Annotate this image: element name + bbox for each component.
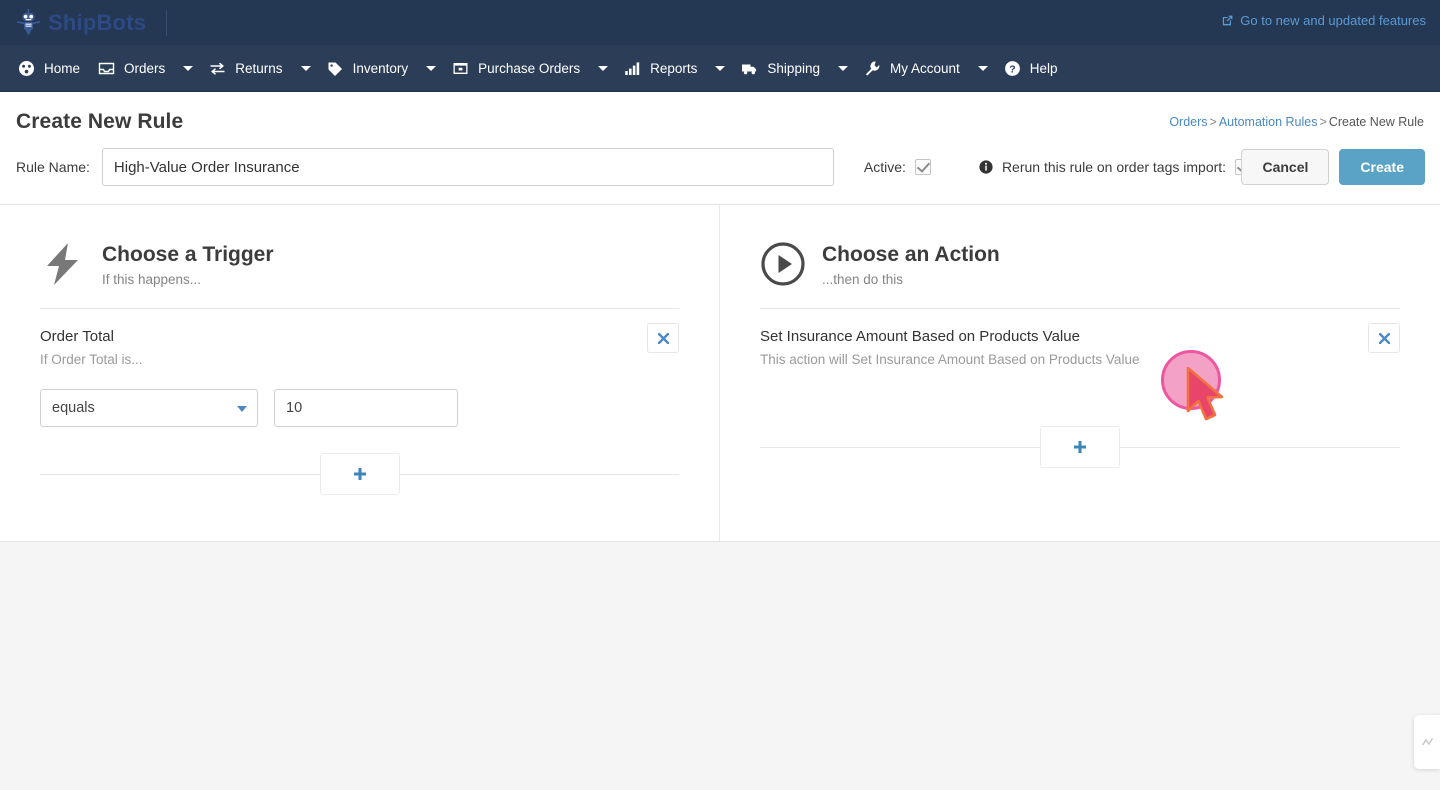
breadcrumb-orders[interactable]: Orders	[1169, 115, 1207, 129]
main-navigation: Home Orders Returns Inventory Purchase O…	[0, 45, 1440, 92]
action-header: Choose an Action ...then do this	[760, 241, 1400, 287]
nav-caret-purchase-orders[interactable]	[590, 45, 616, 92]
logo[interactable]: ShipBots	[0, 8, 147, 37]
breadcrumb-automation-rules[interactable]: Automation Rules	[1219, 115, 1318, 129]
active-toggle-group: Active:	[864, 159, 931, 175]
nav-label: Orders	[124, 60, 166, 76]
action-card-title: Set Insurance Amount Based on Products V…	[760, 328, 1080, 345]
trigger-card: Order Total If Order Total is... equals	[40, 309, 679, 495]
add-trigger-button[interactable]	[319, 453, 400, 495]
delete-trigger-button[interactable]	[647, 323, 679, 353]
nav-item-help[interactable]: ? Help	[996, 45, 1068, 92]
rule-builder: Choose a Trigger If this happens... Orde…	[0, 205, 1440, 542]
cancel-button[interactable]: Cancel	[1241, 149, 1330, 185]
active-label: Active:	[863, 159, 906, 175]
nav-item-inventory[interactable]: Inventory	[319, 45, 419, 92]
active-checkbox[interactable]	[914, 159, 931, 175]
nav-label: Shipping	[767, 60, 820, 76]
trigger-condition-row: equals	[40, 389, 679, 427]
nav-label: Home	[44, 60, 81, 76]
trigger-subtitle: If this happens...	[102, 272, 202, 287]
nav-label: Inventory	[352, 60, 409, 76]
action-card: Set Insurance Amount Based on Products V…	[760, 309, 1400, 468]
action-title: Choose an Action	[822, 243, 1000, 266]
logo-text: ShipBots	[48, 9, 147, 35]
lightning-bolt-icon	[40, 241, 86, 287]
add-action-button[interactable]	[1040, 426, 1120, 468]
nav-caret-reports[interactable]	[707, 45, 733, 92]
trigger-column: Choose a Trigger If this happens... Orde…	[0, 205, 720, 541]
page-header: Create New Rule Orders > Automation Rules >…	[0, 92, 1440, 134]
create-button[interactable]: Create	[1339, 149, 1425, 185]
inbox-icon	[98, 60, 115, 77]
info-icon[interactable]	[979, 160, 993, 174]
action-subtitle: ...then do this	[822, 272, 904, 287]
delete-action-button[interactable]	[1368, 323, 1400, 353]
play-circle-icon	[760, 241, 806, 287]
nav-label: My Account	[889, 60, 960, 76]
bar-chart-icon	[624, 60, 641, 77]
nav-item-purchase-orders[interactable]: Purchase Orders	[444, 45, 590, 92]
trigger-title: Choose a Trigger	[102, 243, 274, 266]
wrench-icon	[864, 60, 881, 77]
dashboard-icon	[18, 60, 35, 77]
tag-icon	[327, 60, 344, 77]
new-features-label: Go to new and updated features	[1240, 13, 1426, 28]
rule-name-label: Rule Name:	[16, 159, 90, 175]
breadcrumb-separator: >	[1319, 115, 1327, 129]
nav-caret-shipping[interactable]	[830, 45, 856, 92]
nav-caret-orders[interactable]	[175, 45, 201, 92]
trigger-value-input[interactable]	[274, 389, 458, 427]
nav-item-home[interactable]: Home	[10, 45, 90, 92]
new-features-link[interactable]: Go to new and updated features	[1221, 13, 1426, 28]
nav-label: Purchase Orders	[478, 60, 581, 76]
rule-name-input[interactable]	[101, 148, 834, 186]
nav-item-orders[interactable]: Orders	[90, 45, 175, 92]
rule-toolbar: Rule Name: Active: Rerun this rule on or…	[0, 134, 1440, 205]
nav-caret-returns[interactable]	[293, 45, 319, 92]
nav-item-returns[interactable]: Returns	[201, 45, 292, 92]
nav-item-reports[interactable]: Reports	[616, 45, 707, 92]
brand-bar: ShipBots Go to new and updated features	[0, 0, 1440, 45]
breadcrumb: Orders > Automation Rules > Create New Rule	[1169, 115, 1424, 129]
rerun-label: Rerun this rule on order tags import:	[1001, 159, 1227, 175]
external-link-icon	[1221, 14, 1234, 27]
nav-caret-my-account[interactable]	[970, 45, 996, 92]
trigger-card-title: Order Total	[40, 328, 114, 345]
robot-logo-icon	[16, 8, 42, 37]
nav-item-shipping[interactable]: Shipping	[733, 45, 830, 92]
add-action-row	[760, 426, 1400, 468]
action-card-description: This action will Set Insurance Amount Ba…	[760, 352, 1140, 367]
nav-item-my-account[interactable]: My Account	[856, 45, 970, 92]
trigger-header: Choose a Trigger If this happens...	[40, 241, 679, 287]
support-widget-tab[interactable]	[1414, 715, 1440, 769]
rule-action-buttons: Cancel Create	[1241, 149, 1425, 185]
chevron-down-icon	[237, 406, 247, 412]
operator-select-wrapper: equals	[40, 389, 258, 427]
action-column: Choose an Action ...then do this Set Ins…	[720, 205, 1440, 541]
nav-label: Help	[1029, 60, 1058, 76]
rerun-toggle-group: Rerun this rule on order tags import:	[979, 159, 1252, 175]
nav-caret-inventory[interactable]	[418, 45, 444, 92]
nav-label: Reports	[650, 60, 698, 76]
nav-label: Returns	[235, 60, 283, 76]
operator-select[interactable]: equals	[40, 389, 258, 427]
chart-glyph-icon	[1421, 737, 1433, 745]
breadcrumb-current: Create New Rule	[1328, 115, 1424, 129]
add-trigger-row	[40, 453, 679, 495]
brand-divider	[166, 9, 168, 36]
truck-icon	[741, 60, 758, 77]
box-icon	[452, 60, 469, 77]
breadcrumb-separator: >	[1209, 115, 1217, 129]
question-circle-icon: ?	[1004, 60, 1021, 77]
svg-text:?: ?	[1009, 63, 1015, 75]
trigger-card-description: If Order Total is...	[40, 352, 143, 367]
exchange-arrows-icon	[209, 60, 226, 77]
